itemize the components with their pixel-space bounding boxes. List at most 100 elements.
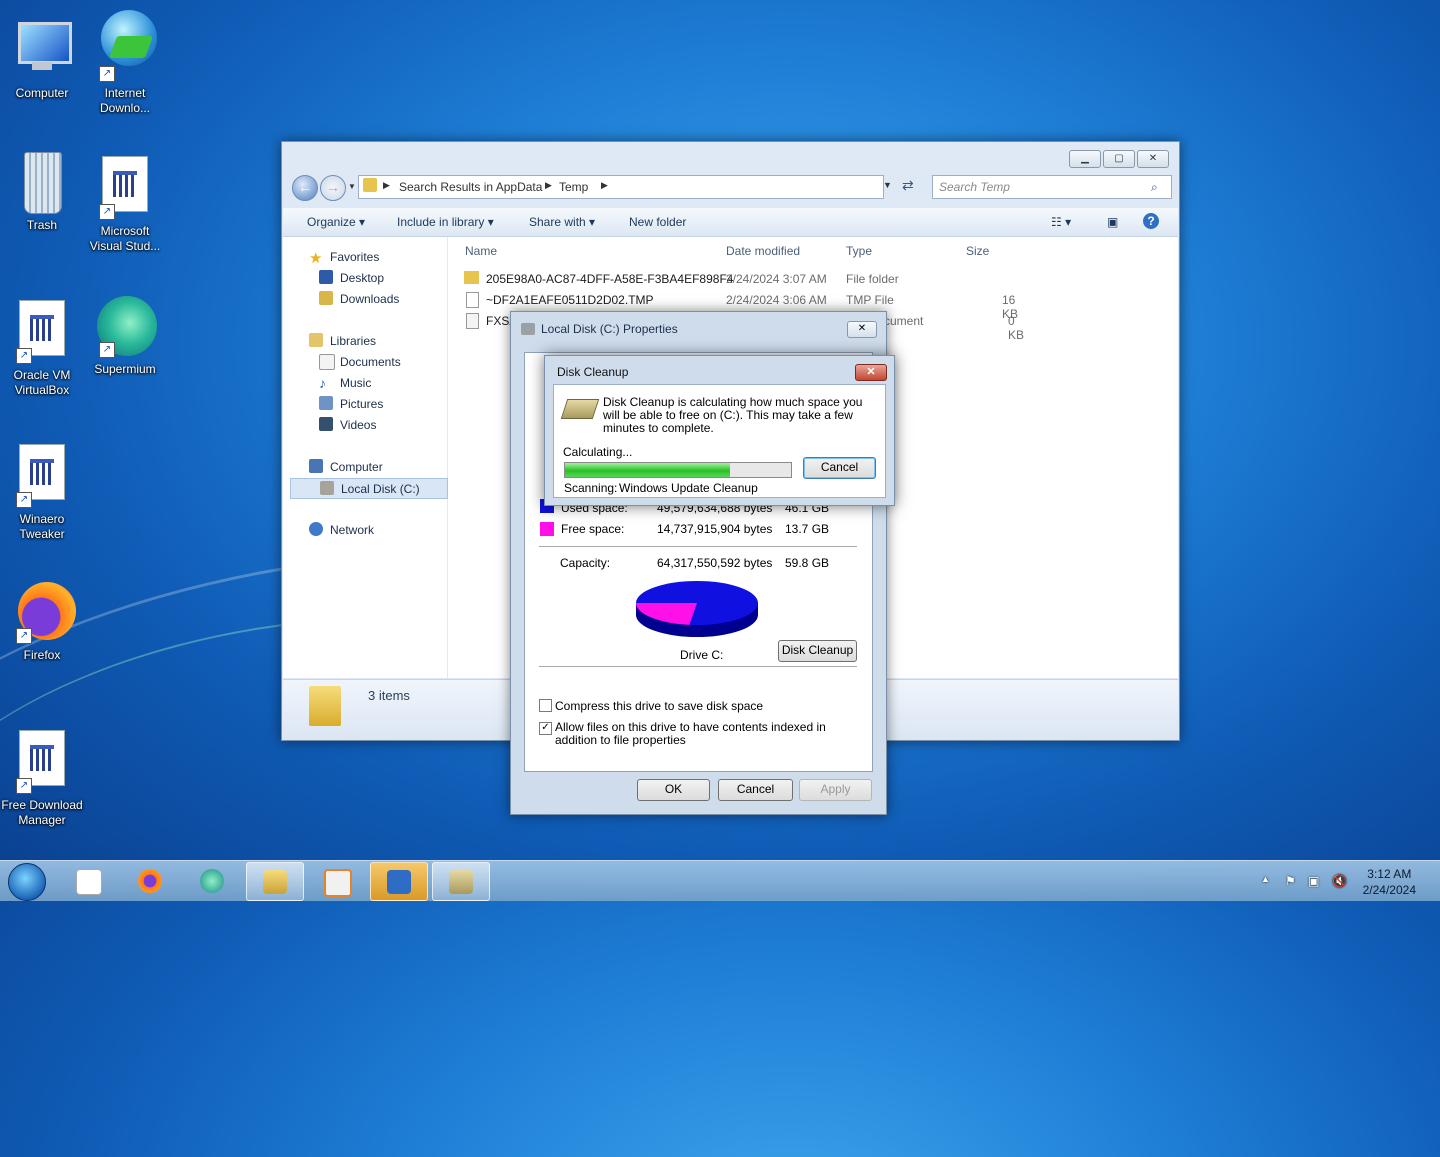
supermium-icon: ↗ bbox=[93, 294, 157, 358]
nav-downloads[interactable]: Downloads bbox=[283, 289, 447, 308]
view-options-icon[interactable]: ☷ ▾ bbox=[1051, 215, 1071, 229]
minimize-button[interactable]: ▁ bbox=[1069, 150, 1101, 168]
shortcut-arrow-icon: ↗ bbox=[99, 204, 115, 220]
network-icon[interactable]: ▣ bbox=[1308, 874, 1322, 888]
cancel-button[interactable]: Cancel bbox=[718, 779, 793, 801]
desktop-icon-trash[interactable]: Trash bbox=[0, 150, 84, 233]
cancel-button[interactable]: Cancel bbox=[803, 457, 876, 479]
taskbar-supermium[interactable] bbox=[184, 862, 240, 899]
nav-favorites[interactable]: ★ Favorites bbox=[283, 247, 447, 267]
close-button[interactable]: ✕ bbox=[855, 364, 887, 381]
index-checkbox[interactable]: ✓ bbox=[539, 722, 552, 735]
shortcut-arrow-icon: ↗ bbox=[16, 492, 32, 508]
nav-music[interactable]: ♪ Music bbox=[283, 373, 447, 392]
back-button[interactable]: ← bbox=[292, 175, 318, 201]
volume-muted-icon[interactable]: 🔇 bbox=[1332, 874, 1347, 888]
firefox-icon bbox=[138, 869, 162, 893]
taskbar-firefox[interactable] bbox=[122, 862, 178, 899]
address-bar[interactable]: ▶ Search Results in AppData ▶ Temp ▶ ▼ bbox=[358, 175, 892, 199]
new-folder-button[interactable]: New folder bbox=[629, 215, 686, 229]
taskbar: ▲ ⚑ ▣ 🔇 3:12 AM 2/24/2024 bbox=[0, 860, 1440, 901]
apply-button[interactable]: Apply bbox=[799, 779, 872, 801]
refresh-icon[interactable]: ⇄ bbox=[902, 177, 922, 197]
command-bar: Organize ▾ Include in library ▾ Share wi… bbox=[283, 208, 1178, 237]
organize-menu[interactable]: Organize ▾ bbox=[307, 215, 365, 229]
desktop-icon-computer[interactable]: Computer bbox=[0, 18, 84, 101]
close-button[interactable]: ✕ bbox=[1137, 150, 1169, 168]
shortcut-arrow-icon: ↗ bbox=[16, 628, 32, 644]
close-button[interactable]: ✕ bbox=[847, 321, 877, 338]
shortcut-arrow-icon: ↗ bbox=[16, 778, 32, 794]
breadcrumb-item[interactable]: Search Results in AppData bbox=[399, 180, 542, 194]
drive-icon bbox=[521, 323, 535, 335]
breadcrumb-item[interactable]: Temp bbox=[559, 180, 588, 194]
nav-videos[interactable]: Videos bbox=[283, 415, 447, 434]
file-icon bbox=[466, 292, 479, 308]
disk-cleanup-icon bbox=[560, 399, 600, 419]
include-in-library-menu[interactable]: Include in library ▾ bbox=[397, 215, 494, 229]
disk-cleanup-dialog: Disk Cleanup ✕ Disk Cleanup is calculati… bbox=[544, 355, 895, 506]
application-icon: ↗ bbox=[10, 300, 74, 364]
taskbar-disk-cleanup[interactable] bbox=[432, 862, 490, 901]
ok-button[interactable]: OK bbox=[637, 779, 710, 801]
nav-desktop[interactable]: Desktop bbox=[283, 268, 447, 287]
column-size[interactable]: Size bbox=[966, 244, 989, 258]
recent-pages-dropdown[interactable]: ▼ bbox=[348, 182, 356, 191]
folder-icon bbox=[464, 271, 479, 284]
compress-checkbox[interactable] bbox=[539, 699, 552, 712]
supermium-icon bbox=[200, 869, 224, 893]
item-count: 3 items bbox=[368, 688, 410, 703]
share-with-menu[interactable]: Share with ▾ bbox=[529, 215, 595, 229]
document-icon bbox=[466, 313, 479, 329]
nav-computer[interactable]: Computer bbox=[283, 457, 447, 476]
desktop-icon-supermium[interactable]: ↗ Supermium bbox=[83, 294, 167, 377]
star-icon: ★ bbox=[309, 250, 323, 267]
nav-libraries[interactable]: Libraries bbox=[283, 331, 447, 350]
flag-icon[interactable]: ⚑ bbox=[1285, 874, 1299, 888]
application-icon: ↗ bbox=[93, 156, 157, 220]
clock[interactable]: 3:12 AM 2/24/2024 bbox=[1363, 866, 1416, 898]
desktop-icon-visual-studio[interactable]: ↗ Microsoft Visual Stud... bbox=[83, 150, 167, 254]
nav-network[interactable]: Network bbox=[283, 520, 447, 539]
start-button[interactable] bbox=[8, 863, 46, 901]
taskbar-explorer[interactable] bbox=[246, 862, 304, 901]
progress-bar bbox=[564, 462, 792, 478]
firefox-icon: ↗ bbox=[10, 580, 76, 644]
forward-button[interactable]: → bbox=[320, 175, 346, 201]
trash-icon bbox=[10, 150, 74, 214]
properties-icon bbox=[387, 870, 411, 894]
column-name[interactable]: Name bbox=[465, 244, 497, 258]
desktop-icon-free-download-manager[interactable]: ↗ Free Download Manager bbox=[0, 724, 84, 828]
desktop-icon-internet-download-manager[interactable]: ↗ Internet Downlo... bbox=[83, 8, 167, 116]
network-icon bbox=[309, 522, 323, 536]
taskbar-notepad[interactable] bbox=[60, 862, 116, 899]
videos-icon bbox=[319, 417, 333, 431]
folder-icon bbox=[309, 686, 341, 726]
address-dropdown[interactable]: ▼ bbox=[883, 180, 892, 190]
documents-icon bbox=[319, 354, 335, 370]
taskbar-media-player[interactable] bbox=[308, 862, 364, 899]
desktop-icon bbox=[319, 270, 333, 284]
pictures-icon bbox=[319, 396, 333, 410]
column-date-modified[interactable]: Date modified bbox=[726, 244, 800, 258]
disk-cleanup-button[interactable]: Disk Cleanup bbox=[778, 640, 857, 662]
search-input[interactable]: Search Temp ⌕ bbox=[932, 175, 1172, 199]
downloads-icon bbox=[319, 291, 333, 305]
column-type[interactable]: Type bbox=[846, 244, 872, 258]
nav-documents[interactable]: Documents bbox=[283, 352, 447, 371]
file-row[interactable]: 205E98A0-AC87-4DFF-A58E-F3BA4EF898F4 2/2… bbox=[464, 269, 1024, 289]
maximize-button[interactable]: ▢ bbox=[1103, 150, 1135, 168]
show-hidden-icons[interactable]: ▲ bbox=[1261, 874, 1275, 888]
document-icon bbox=[76, 869, 102, 895]
file-row[interactable]: ~DF2A1EAFE0511D2D02.TMP 2/24/2024 3:06 A… bbox=[464, 290, 1024, 321]
idm-globe-icon: ↗ bbox=[93, 8, 157, 82]
nav-pictures[interactable]: Pictures bbox=[283, 394, 447, 413]
preview-pane-icon[interactable]: ▣ bbox=[1107, 215, 1118, 229]
taskbar-drive-properties[interactable] bbox=[370, 862, 428, 901]
computer-icon bbox=[309, 459, 323, 473]
desktop-icon-virtualbox[interactable]: ↗ Oracle VM VirtualBox bbox=[0, 294, 84, 398]
help-icon[interactable]: ? bbox=[1143, 213, 1159, 229]
desktop-icon-winaero-tweaker[interactable]: ↗ Winaero Tweaker bbox=[0, 438, 84, 542]
desktop-icon-firefox[interactable]: ↗ Firefox bbox=[0, 580, 84, 663]
nav-local-disk-c[interactable]: Local Disk (C:) bbox=[290, 478, 448, 499]
